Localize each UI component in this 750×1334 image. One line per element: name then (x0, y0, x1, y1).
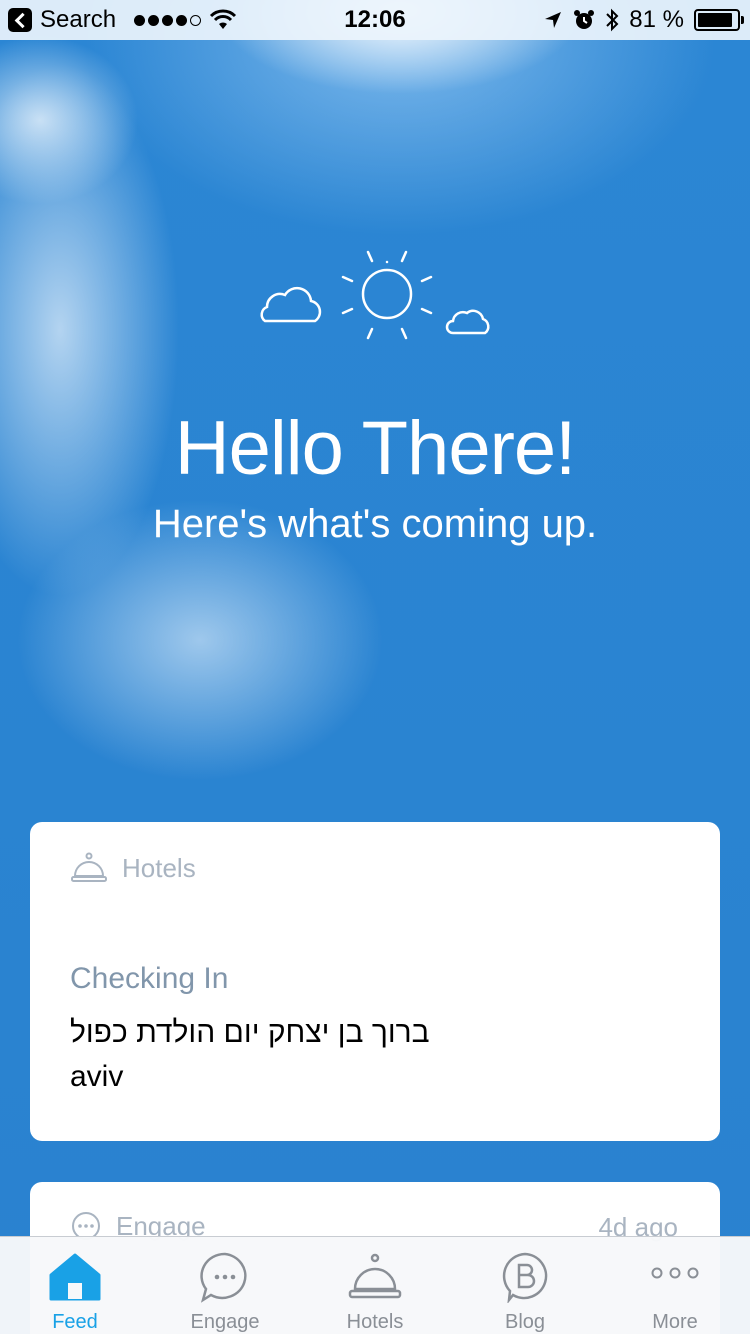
status-right: 81 % (543, 6, 744, 34)
card-header: Hotels (70, 852, 196, 884)
card-detail-line: ברוך בן יצחק יום הולדת כפול (70, 1016, 430, 1049)
weather-sun-clouds-icon (260, 250, 490, 340)
battery-icon (694, 9, 744, 31)
status-bar: Search 12:06 81 % (0, 0, 750, 40)
card-category-label: Hotels (122, 852, 196, 883)
chat-bubble-icon (200, 1252, 247, 1303)
tab-label: Hotels (346, 1311, 404, 1333)
tab-hotels[interactable]: Hotels (300, 1237, 450, 1334)
hotels-feed-card[interactable]: Hotels Checking In ברוך בן יצחק יום הולד… (30, 822, 720, 1141)
card-detail-line: aviv (70, 1060, 124, 1093)
tab-blog[interactable]: Blog (450, 1237, 600, 1334)
more-dots-icon (651, 1267, 699, 1279)
home-icon (49, 1253, 101, 1301)
bell-icon (348, 1253, 402, 1299)
tab-label: Engage (190, 1311, 260, 1333)
bell-icon (71, 852, 107, 882)
hero-subtitle: Here's what's coming up. (152, 502, 598, 546)
hero-title: Hello There! (174, 406, 577, 491)
tab-bar: Feed Engage Hotels Blog More (0, 1236, 750, 1334)
blog-b-icon (502, 1252, 548, 1303)
alarm-icon (574, 10, 595, 29)
battery-percentage: 81 % (629, 6, 684, 33)
tab-more[interactable]: More (600, 1237, 750, 1334)
tab-feed[interactable]: Feed (0, 1237, 150, 1334)
screen: Search 12:06 81 % Hello There! Here's wh… (0, 0, 750, 1334)
location-arrow-icon (545, 12, 562, 28)
tab-label: Feed (52, 1311, 98, 1333)
bluetooth-icon (606, 8, 619, 32)
card-title: Checking In (70, 962, 229, 995)
tab-label: More (652, 1311, 698, 1333)
tab-label: Blog (504, 1311, 546, 1333)
tab-engage[interactable]: Engage (150, 1237, 300, 1334)
